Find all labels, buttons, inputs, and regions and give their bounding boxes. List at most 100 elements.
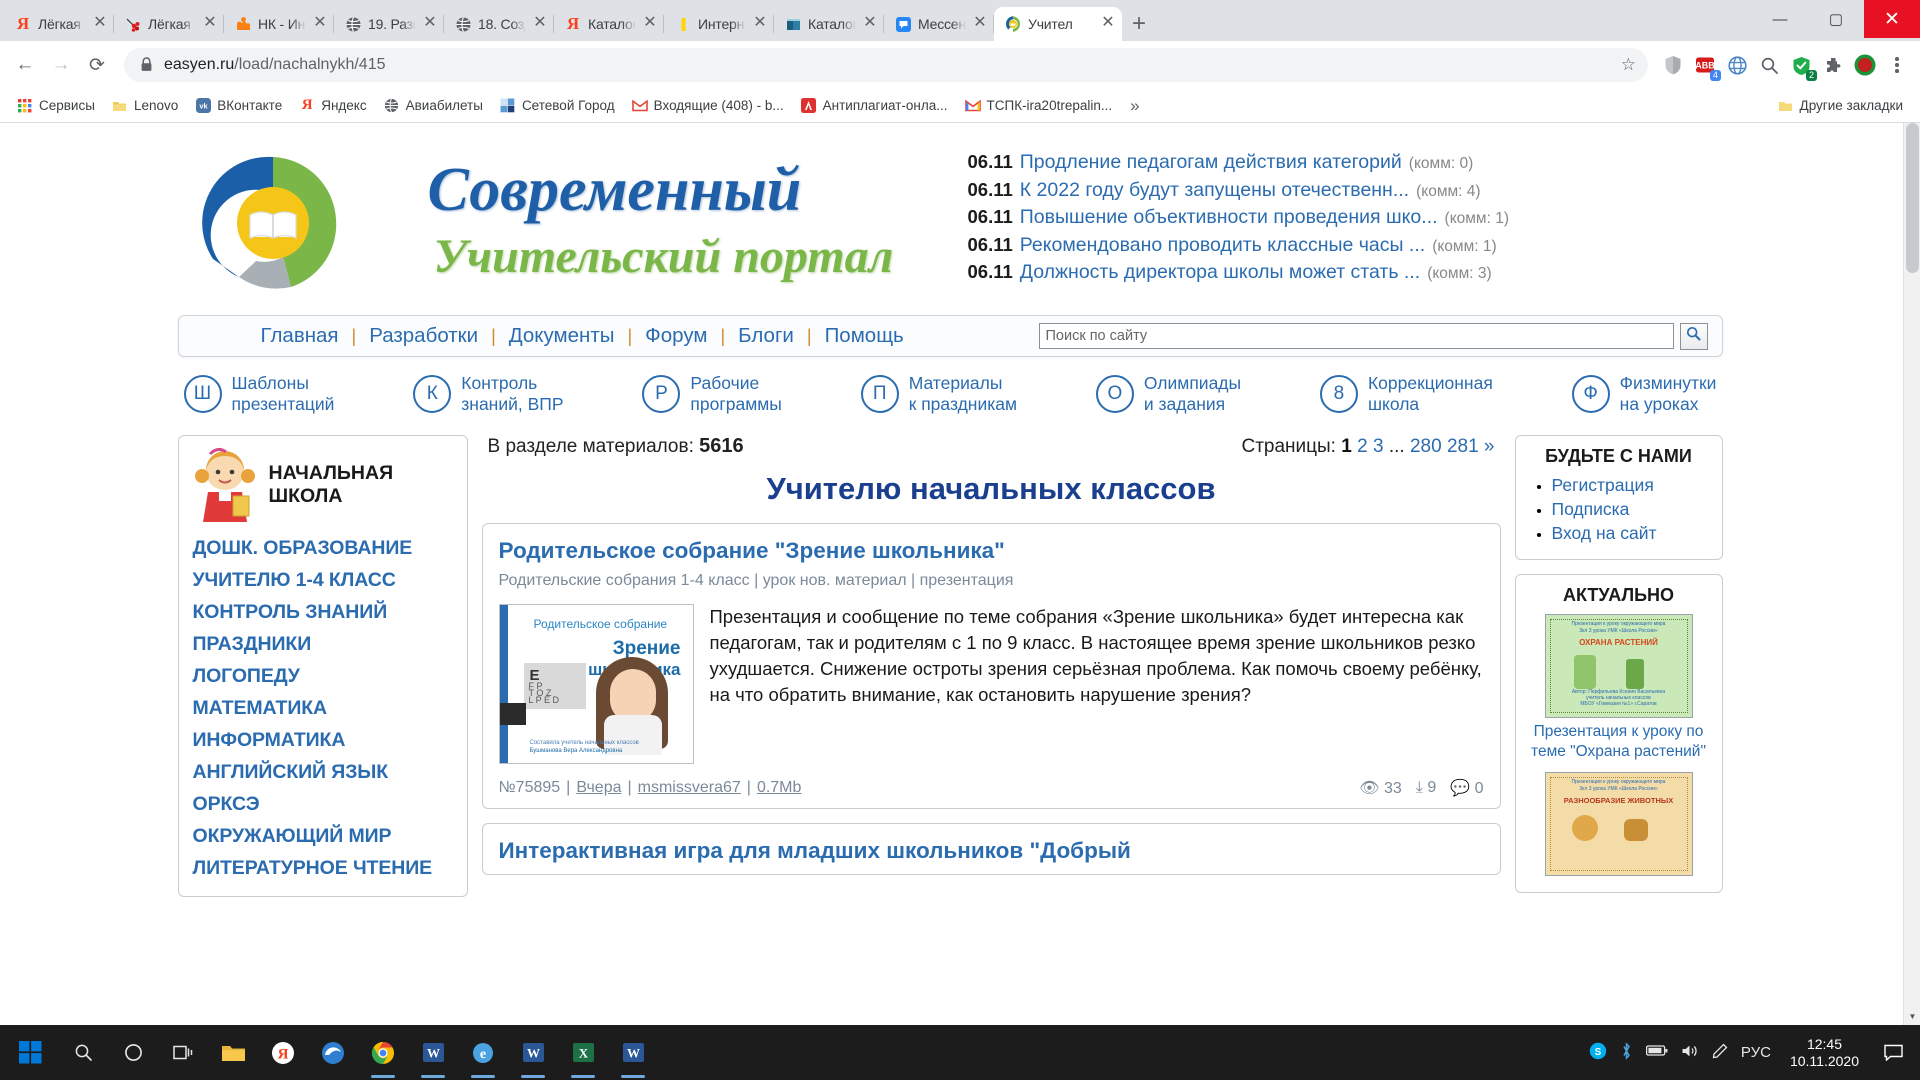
sidebar-item-kontrol[interactable]: КОНТРОЛЬ ЗНАНИЙ [193,596,453,628]
internet-explorer-icon[interactable]: e [458,1025,508,1080]
sidebar-item-prazdniki[interactable]: ПРАЗДНИКИ [193,628,453,660]
skype-icon[interactable]: S [1589,1042,1607,1064]
bookmark-item[interactable]: Антиплагиат-онла... [794,95,955,117]
battery-icon[interactable] [1645,1044,1668,1061]
sidebar-item-angliyskiy[interactable]: АНГЛИЙСКИЙ ЯЗЫК [193,756,453,788]
sidebar-item-informatika[interactable]: ИНФОРМАТИКА [193,724,453,756]
actual-caption[interactable]: Презентация к уроку по теме "Охрана раст… [1526,722,1712,762]
browser-tab[interactable]: Лёгкая ✕ [114,7,224,41]
news-item[interactable]: 06.11 Повышение объективности проведения… [968,204,1723,232]
sidebar-list-item[interactable]: ОРКСЭ [193,788,453,820]
yandex-browser-icon[interactable]: Я [258,1025,308,1080]
chrome-icon[interactable] [358,1025,408,1080]
search-button[interactable] [1679,322,1708,350]
reload-button[interactable]: ⟳ [80,48,114,82]
browser-tab[interactable]: Интерн ✕ [664,7,774,41]
bookmark-item[interactable]: Lenovo [105,95,185,117]
shield-icon[interactable] [1658,50,1688,80]
close-icon[interactable]: ✕ [312,15,328,32]
new-tab-button[interactable]: + [1122,7,1156,41]
language-indicator[interactable]: РУС [1741,1044,1771,1061]
close-icon[interactable]: ✕ [92,15,108,32]
excel-icon[interactable]: X [558,1025,608,1080]
page-link-280[interactable]: 280 [1410,436,1442,457]
nav-item-glavnaya[interactable]: Главная [248,324,352,348]
browser-tab[interactable]: Мессен ✕ [884,7,994,41]
article-date[interactable]: Вчера [576,779,621,797]
sidebar-item-orkse[interactable]: ОРКСЭ [193,788,453,820]
news-item[interactable]: 06.11 Рекомендовано проводить классные ч… [968,232,1723,260]
search-extension-icon[interactable] [1754,50,1784,80]
category-kontrol[interactable]: К Контроль знаний, ВПР [413,373,564,415]
bookmarks-overflow-button[interactable]: » [1122,96,1147,116]
news-item[interactable]: 06.11 Продление педагогам действия катег… [968,149,1723,177]
sidebar-list-item[interactable]: АНГЛИЙСКИЙ ЯЗЫК [193,756,453,788]
category-prazdniki[interactable]: П Материалы к праздникам [860,373,1017,415]
browser-tab-active[interactable]: Учител ✕ [994,7,1122,41]
start-button[interactable] [2,1025,58,1080]
news-title[interactable]: Продление педагогам действия категорий [1020,150,1402,176]
volume-icon[interactable] [1681,1043,1699,1063]
sidebar-list-item[interactable]: МАТЕМАТИКА [193,692,453,724]
browser-tab[interactable]: Я Лёгкая ✕ [4,7,114,41]
sidebar-list-item[interactable]: ДОШК. ОБРАЗОВАНИЕ [193,532,453,564]
list-item[interactable]: Вход на сайт [1552,523,1712,544]
close-icon[interactable]: ✕ [532,15,548,32]
sidebar-item-okruzhayushchiy[interactable]: ОКРУЖАЮЩИЙ МИР [193,820,453,852]
bookmark-item[interactable]: Я Яндекс [292,95,373,117]
checkmark-extension-icon[interactable]: 2 [1786,50,1817,81]
taskbar-search-icon[interactable] [58,1025,108,1080]
page-link-281[interactable]: 281 [1447,436,1479,457]
nav-item-forum[interactable]: Форум [632,324,720,348]
article-thumbnail[interactable]: Родительское собрание Зрение школьника E… [498,604,694,764]
sidebar-item-logopedu[interactable]: ЛОГОПЕДУ [193,660,453,692]
close-icon[interactable]: ✕ [862,15,878,32]
browser-tab[interactable]: 18. Созд ✕ [444,7,554,41]
back-button[interactable]: ← [8,48,42,82]
file-explorer-icon[interactable] [208,1025,258,1080]
page-scrollbar[interactable]: ▲ ▼ [1903,123,1920,1025]
list-item[interactable]: Регистрация [1552,475,1712,496]
close-icon[interactable]: ✕ [642,15,658,32]
page-link-2[interactable]: 2 [1357,436,1368,457]
minimize-button[interactable]: — [1752,0,1808,38]
category-rabochie[interactable]: Р Рабочие программы [642,373,782,415]
site-logo[interactable]: Современный Учительский портал [178,141,948,301]
nav-item-blogi[interactable]: Блоги [725,324,807,348]
sidebar-list-item[interactable]: ЛОГОПЕДУ [193,660,453,692]
list-item[interactable]: Подписка [1552,499,1712,520]
link-registration[interactable]: Регистрация [1552,475,1654,495]
close-icon[interactable]: ✕ [972,15,988,32]
browser-tab[interactable]: Каталог ✕ [774,7,884,41]
close-icon[interactable]: ✕ [1100,15,1116,32]
nav-item-dokumenty[interactable]: Документы [496,324,628,348]
sidebar-list-item[interactable]: ИНФОРМАТИКА [193,724,453,756]
browser-tab[interactable]: 19. Разм ✕ [334,7,444,41]
bluetooth-icon[interactable] [1620,1041,1633,1064]
sidebar-item-matematika[interactable]: МАТЕМАТИКА [193,692,453,724]
category-shablony[interactable]: Ш Шаблоны презентаций [183,373,334,415]
cortana-circle-icon[interactable] [108,1025,158,1080]
bookmark-item[interactable]: vk ВКонтакте [188,95,289,117]
taskbar-clock[interactable]: 12:45 10.11.2020 [1784,1036,1865,1070]
nav-item-pomoshch[interactable]: Помощь [812,324,917,348]
word-icon[interactable]: W [608,1025,658,1080]
close-icon[interactable]: ✕ [422,15,438,32]
sidebar-item-doshk[interactable]: ДОШК. ОБРАЗОВАНИЕ [193,532,453,564]
sidebar-list-item[interactable]: ПРАЗДНИКИ [193,628,453,660]
address-bar[interactable]: easyen.ru/load/nachalnykh/415 ☆ [124,48,1648,82]
news-title[interactable]: Рекомендовано проводить классные часы ..… [1020,233,1425,259]
bookmark-item[interactable]: ТСПК-ira20trepalin... [958,95,1120,117]
close-window-button[interactable]: ✕ [1864,0,1920,38]
news-item[interactable]: 06.11 К 2022 году будут запущены отечест… [968,177,1723,205]
news-title[interactable]: К 2022 году будут запущены отечественн..… [1020,178,1409,204]
bookmark-item[interactable]: Входящие (408) - b... [625,95,791,117]
sidebar-item-uchitelyu[interactable]: УЧИТЕЛЮ 1-4 КЛАСС [193,564,453,596]
sidebar-list-item[interactable]: УЧИТЕЛЮ 1-4 КЛАСС [193,564,453,596]
news-title[interactable]: Повышение объективности проведения шко..… [1020,205,1438,231]
bookmark-item[interactable]: Сетевой Город [493,95,622,117]
browser-tab[interactable]: НК - Ин ✕ [224,7,334,41]
category-olimpiady[interactable]: О Олимпиады и задания [1095,373,1241,415]
news-title[interactable]: Должность директора школы может стать ..… [1020,260,1420,286]
page-link-3[interactable]: 3 [1373,436,1384,457]
